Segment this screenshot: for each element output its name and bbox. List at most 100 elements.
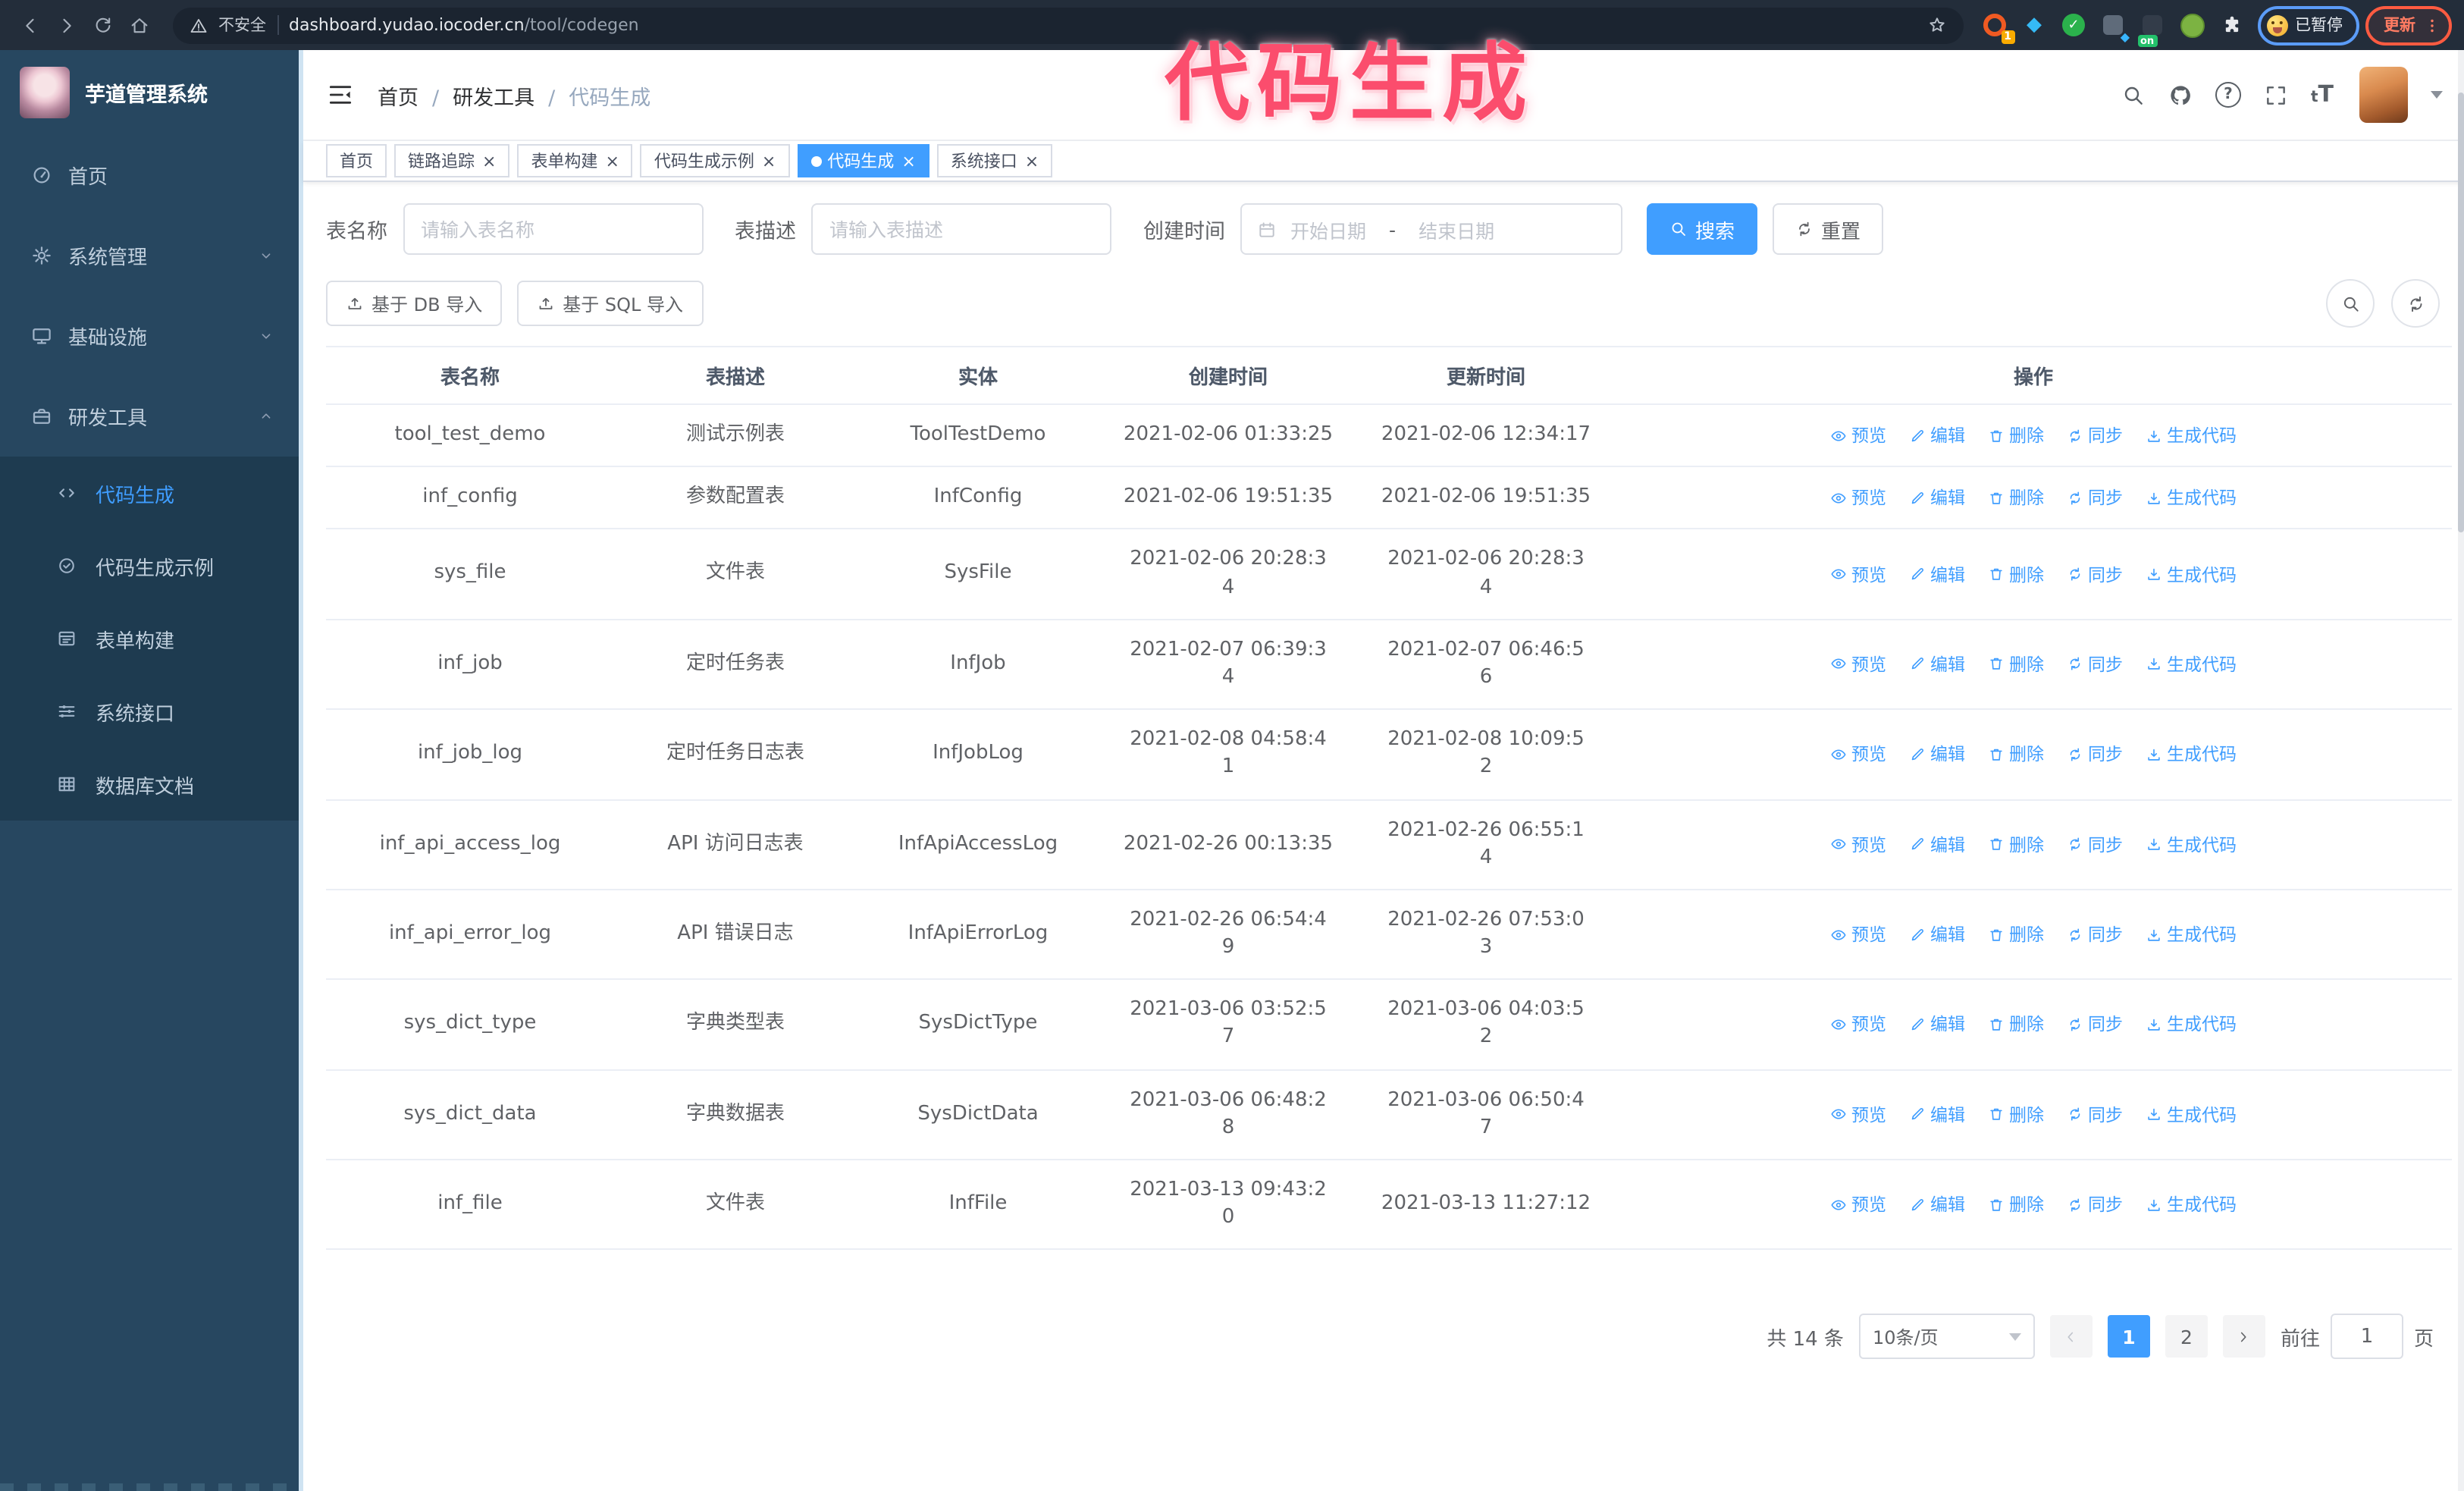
generate-code-link[interactable]: 生成代码 <box>2146 922 2237 946</box>
search-icon[interactable] <box>2121 83 2146 107</box>
caret-down-icon[interactable] <box>2431 91 2443 105</box>
generate-code-link[interactable]: 生成代码 <box>2146 1192 2237 1216</box>
security-label[interactable]: 不安全 <box>218 14 266 36</box>
edit-link[interactable]: 编辑 <box>1909 742 1965 767</box>
delete-link[interactable]: 删除 <box>1988 423 2044 447</box>
delete-link[interactable]: 删除 <box>1988 652 2044 676</box>
preview-link[interactable]: 预览 <box>1830 832 1886 856</box>
sync-link[interactable]: 同步 <box>2067 562 2123 586</box>
sidebar-item-codegen-example[interactable]: 代码生成示例 <box>0 529 299 602</box>
delete-link[interactable]: 删除 <box>1988 1012 2044 1037</box>
page-button-2[interactable]: 2 <box>2165 1315 2208 1358</box>
sidebar-item-form-builder[interactable]: 表单构建 <box>0 602 299 675</box>
toggle-search-button[interactable] <box>2326 279 2375 328</box>
generate-code-link[interactable]: 生成代码 <box>2146 423 2237 447</box>
sidebar-item-system-api[interactable]: 系统接口 <box>0 675 299 748</box>
page-button-1[interactable]: 1 <box>2107 1315 2150 1358</box>
tab-system-api[interactable]: 系统接口 × <box>936 144 1053 177</box>
sync-link[interactable]: 同步 <box>2067 1012 2123 1037</box>
close-tab-icon[interactable]: × <box>901 152 915 169</box>
preview-link[interactable]: 预览 <box>1830 562 1886 586</box>
close-tab-icon[interactable]: × <box>605 152 619 169</box>
edit-link[interactable]: 编辑 <box>1909 1192 1965 1216</box>
browser-home-icon[interactable] <box>123 8 156 42</box>
generate-code-link[interactable]: 生成代码 <box>2146 562 2237 586</box>
preview-link[interactable]: 预览 <box>1830 742 1886 767</box>
delete-link[interactable]: 删除 <box>1988 1192 2044 1216</box>
tab-home[interactable]: 首页 <box>326 144 387 177</box>
extensions-puzzle-icon[interactable] <box>2215 8 2248 42</box>
delete-link[interactable]: 删除 <box>1988 742 2044 767</box>
bookmark-star-icon[interactable] <box>1926 15 1946 35</box>
preview-link[interactable]: 预览 <box>1830 485 1886 510</box>
sync-link[interactable]: 同步 <box>2067 652 2123 676</box>
extension-gem-icon[interactable]: ◆ <box>2017 8 2051 42</box>
sidebar-item-system-management[interactable]: 系统管理 <box>0 215 299 296</box>
extension-check-icon[interactable]: ✓ <box>2057 8 2090 42</box>
edit-link[interactable]: 编辑 <box>1909 485 1965 510</box>
browser-back-icon[interactable] <box>14 8 47 42</box>
sync-link[interactable]: 同步 <box>2067 832 2123 856</box>
user-avatar[interactable] <box>2359 67 2408 123</box>
delete-link[interactable]: 删除 <box>1988 1103 2044 1127</box>
search-button[interactable]: 搜索 <box>1647 203 1758 255</box>
generate-code-link[interactable]: 生成代码 <box>2146 832 2237 856</box>
tab-codegen[interactable]: 代码生成 × <box>797 144 929 177</box>
close-tab-icon[interactable]: × <box>1025 152 1039 169</box>
browser-update-button[interactable]: 更新 <box>2365 5 2452 45</box>
tab-tracing[interactable]: 链路追踪 × <box>394 144 510 177</box>
preview-link[interactable]: 预览 <box>1830 1012 1886 1037</box>
extension-grid-icon[interactable]: ◆ <box>2096 8 2130 42</box>
preview-link[interactable]: 预览 <box>1830 1192 1886 1216</box>
preview-link[interactable]: 预览 <box>1830 1103 1886 1127</box>
delete-link[interactable]: 删除 <box>1988 922 2044 946</box>
edit-link[interactable]: 编辑 <box>1909 652 1965 676</box>
edit-link[interactable]: 编辑 <box>1909 423 1965 447</box>
generate-code-link[interactable]: 生成代码 <box>2146 1103 2237 1127</box>
delete-link[interactable]: 删除 <box>1988 562 2044 586</box>
extension-switch-icon[interactable]: on <box>2136 8 2169 46</box>
delete-link[interactable]: 删除 <box>1988 485 2044 510</box>
sync-link[interactable]: 同步 <box>2067 485 2123 510</box>
edit-link[interactable]: 编辑 <box>1909 1103 1965 1127</box>
close-tab-icon[interactable]: × <box>762 152 776 169</box>
preview-link[interactable]: 预览 <box>1830 922 1886 946</box>
generate-code-link[interactable]: 生成代码 <box>2146 652 2237 676</box>
sync-link[interactable]: 同步 <box>2067 1192 2123 1216</box>
goto-page-input[interactable] <box>2330 1314 2403 1360</box>
sidebar-item-db-doc[interactable]: 数据库文档 <box>0 748 299 821</box>
page-size-select[interactable]: 10条/页 <box>1858 1314 2035 1360</box>
scrollbar-thumb[interactable] <box>2458 93 2464 532</box>
sidebar-item-infrastructure[interactable]: 基础设施 <box>0 296 299 376</box>
sidebar-collapse-icon[interactable] <box>326 80 355 109</box>
refresh-table-button[interactable] <box>2391 279 2440 328</box>
extension-bot-icon[interactable] <box>2175 8 2209 42</box>
breadcrumb-home[interactable]: 首页 <box>378 80 419 110</box>
edit-link[interactable]: 编辑 <box>1909 922 1965 946</box>
edit-link[interactable]: 编辑 <box>1909 562 1965 586</box>
import-sql-button[interactable]: 基于 SQL 导入 <box>517 281 703 326</box>
delete-link[interactable]: 删除 <box>1988 832 2044 856</box>
extension-colorzilla-icon[interactable]: 1 <box>1978 8 2014 43</box>
sidebar-item-home[interactable]: 首页 <box>0 135 299 215</box>
sync-link[interactable]: 同步 <box>2067 922 2123 946</box>
breadcrumb-dev-tools[interactable]: 研发工具 <box>419 80 534 110</box>
sidebar-item-codegen[interactable]: 代码生成 <box>0 457 299 529</box>
tab-form-builder[interactable]: 表单构建 × <box>517 144 633 177</box>
reset-button[interactable]: 重置 <box>1773 203 1884 255</box>
help-icon[interactable]: ? <box>2215 82 2241 108</box>
create-time-range-picker[interactable]: 开始日期 - 结束日期 <box>1240 203 1622 255</box>
page-scrollbar[interactable] <box>2458 50 2464 1491</box>
font-size-icon[interactable]: tT <box>2311 83 2334 106</box>
import-db-button[interactable]: 基于 DB 导入 <box>326 281 503 326</box>
preview-link[interactable]: 预览 <box>1830 652 1886 676</box>
generate-code-link[interactable]: 生成代码 <box>2146 485 2237 510</box>
sidebar-item-dev-tools[interactable]: 研发工具 <box>0 376 299 457</box>
browser-reload-icon[interactable] <box>86 8 120 42</box>
tab-codegen-example[interactable]: 代码生成示例 × <box>640 144 790 177</box>
browser-profile-button[interactable]: 已暂停 <box>2257 5 2359 45</box>
edit-link[interactable]: 编辑 <box>1909 832 1965 856</box>
app-logo[interactable]: 芋道管理系统 <box>0 50 299 135</box>
browser-forward-icon[interactable] <box>50 8 83 42</box>
edit-link[interactable]: 编辑 <box>1909 1012 1965 1037</box>
